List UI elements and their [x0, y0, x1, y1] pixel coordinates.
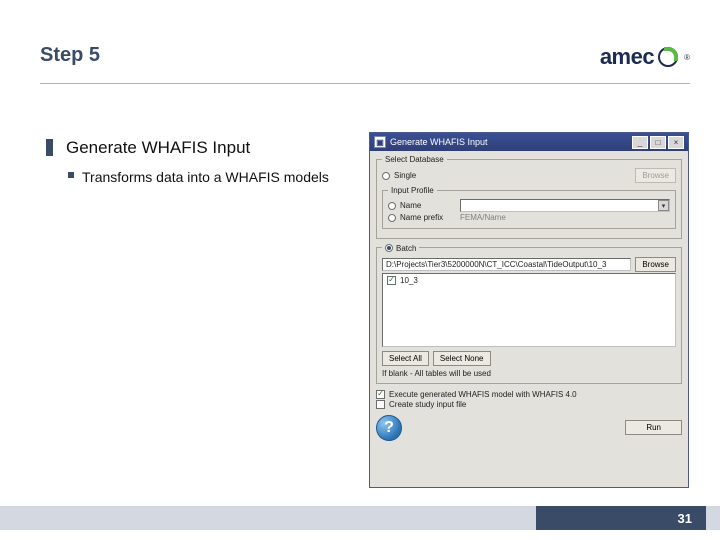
whafis-dialog: ▣ Generate WHAFIS Input _ □ × Select Dat…	[369, 132, 689, 488]
radio-single-label: Single	[394, 171, 416, 180]
browse-database-button[interactable]: Browse	[635, 168, 676, 183]
select-all-button[interactable]: Select All	[382, 351, 429, 366]
logo: amec ®	[600, 44, 690, 70]
maximize-button[interactable]: □	[650, 136, 666, 149]
close-button[interactable]: ×	[668, 136, 684, 149]
dialog-titlebar[interactable]: ▣ Generate WHAFIS Input _ □ ×	[370, 133, 688, 151]
dialog-title: Generate WHAFIS Input	[390, 137, 488, 147]
name-combo[interactable]: ▾	[460, 199, 670, 212]
dialog-body: Select Database Single Browse Input Prof…	[370, 151, 688, 487]
bullet-level1: Generate WHAFIS Input	[46, 138, 356, 158]
browse-batch-button[interactable]: Browse	[635, 257, 676, 272]
group-input-profile-label: Input Profile	[388, 186, 437, 195]
list-item-label: 10_3	[400, 276, 418, 285]
list-item[interactable]: 10_3	[387, 276, 671, 285]
chk-create[interactable]	[376, 400, 385, 409]
help-icon[interactable]: ?	[376, 415, 402, 441]
name-combo-field[interactable]	[460, 199, 670, 212]
name-prefix-hint: FEMA/Name	[460, 213, 506, 222]
radio-batch[interactable]	[385, 244, 393, 252]
bullet-level2: Transforms data into a WHAFIS models	[46, 168, 356, 187]
logo-trademark: ®	[684, 53, 690, 62]
logo-text: amec	[600, 44, 654, 70]
logo-swirl-icon	[658, 47, 678, 67]
slide-title: Step 5	[40, 44, 100, 67]
slide-header: Step 5 amec ®	[40, 44, 690, 84]
content-block: Generate WHAFIS Input Transforms data in…	[46, 138, 356, 187]
radio-name-prefix[interactable]	[388, 214, 396, 222]
run-button[interactable]: Run	[625, 420, 682, 435]
group-batch-label: Batch	[396, 244, 416, 253]
chk-execute[interactable]	[376, 390, 385, 399]
batch-listbox[interactable]: 10_3	[382, 273, 676, 347]
list-item-checkbox[interactable]	[387, 276, 396, 285]
footer-bar-dark: 31	[536, 506, 706, 530]
batch-path-field[interactable]: D:\Projects\Tier3\5200000N\CT_ICC\Coasta…	[382, 258, 631, 271]
system-menu-icon[interactable]: ▣	[374, 136, 386, 148]
group-input-profile: Input Profile Name ▾ Name prefix FEMA/Na…	[382, 186, 676, 229]
radio-single[interactable]	[382, 172, 390, 180]
chk-execute-label: Execute generated WHAFIS model with WHAF…	[389, 390, 577, 399]
radio-name-label: Name	[400, 201, 456, 210]
chk-create-label: Create study input file	[389, 400, 466, 409]
radio-name[interactable]	[388, 202, 396, 210]
page-number: 31	[678, 511, 692, 526]
slide-footer: 31	[0, 506, 720, 530]
batch-note: If blank - All tables will be used	[382, 369, 676, 378]
radio-name-prefix-label: Name prefix	[400, 213, 456, 222]
chevron-down-icon[interactable]: ▾	[658, 200, 669, 211]
select-none-button[interactable]: Select None	[433, 351, 491, 366]
group-select-database: Select Database Single Browse Input Prof…	[376, 155, 682, 239]
group-select-database-label: Select Database	[382, 155, 447, 164]
group-batch: Batch D:\Projects\Tier3\5200000N\CT_ICC\…	[376, 243, 682, 384]
minimize-button[interactable]: _	[632, 136, 648, 149]
